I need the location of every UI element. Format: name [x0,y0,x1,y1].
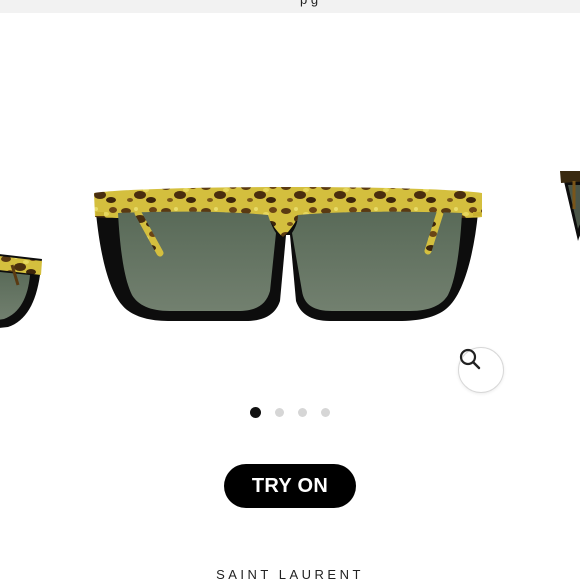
product-image-carousel[interactable] [0,13,580,433]
zoom-button[interactable] [458,347,504,393]
carousel-dot-2[interactable] [275,408,284,417]
next-product-image[interactable] [560,171,580,241]
main-product-image[interactable] [94,187,482,321]
carousel-dot-1[interactable] [250,407,261,418]
product-page: p g [0,0,580,580]
magnifier-icon [459,348,481,370]
previous-product-image[interactable] [0,253,42,329]
try-on-button[interactable]: TRY ON [224,464,356,508]
top-banner[interactable]: p g [0,0,580,13]
top-banner-text: p g [300,0,318,7]
carousel-dot-4[interactable] [321,408,330,417]
brand-name[interactable]: SAINT LAURENT [0,567,580,580]
carousel-dot-3[interactable] [298,408,307,417]
carousel-pagination [250,407,330,418]
